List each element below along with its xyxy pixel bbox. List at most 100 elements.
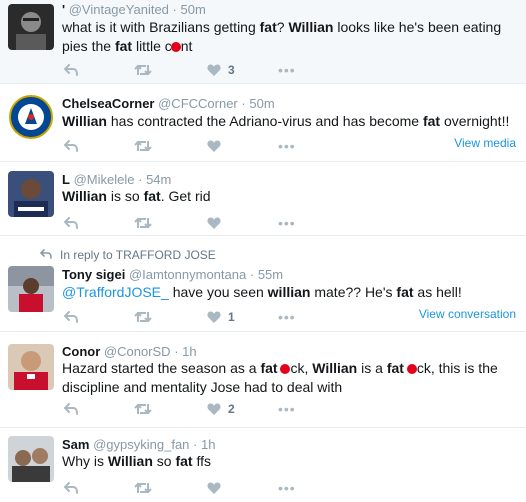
view-conversation-link[interactable]: View conversation (419, 307, 516, 321)
highlighted-term: Willian (62, 113, 107, 129)
retweet-icon (134, 64, 152, 76)
separator-dot: · (138, 172, 143, 187)
reply-icon (64, 403, 78, 415)
tweet-text-segment: has contracted the Adriano-virus and has… (107, 113, 423, 129)
user-handle[interactable]: @VintageYanited (69, 2, 169, 17)
tweet-text-segment: . Get rid (160, 188, 211, 204)
more-button[interactable]: ••• (278, 62, 296, 78)
like-button[interactable]: 3 (207, 62, 235, 78)
avatar[interactable] (8, 94, 54, 140)
more-button[interactable]: ••• (278, 480, 296, 496)
display-name[interactable]: Conor (62, 344, 100, 359)
retweet-icon (134, 403, 152, 415)
like-icon (207, 403, 221, 415)
display-name[interactable]: ChelseaCorner (62, 96, 154, 111)
tweet-text: what is it with Brazilians getting fat? … (62, 18, 518, 56)
like-button[interactable] (207, 480, 221, 496)
tweet[interactable]: L @Mikelele · 54m Willian is so fat. Get… (0, 162, 526, 236)
separator-dot: · (174, 344, 179, 359)
display-name[interactable]: Tony sigei (62, 267, 125, 282)
timestamp[interactable]: 50m (249, 96, 274, 111)
mention-link[interactable]: @TraffordJOSE_ (62, 284, 169, 300)
retweet-button[interactable] (134, 215, 152, 231)
retweet-icon (134, 311, 152, 323)
tweet-text-segment: overnight!! (440, 113, 510, 129)
like-button[interactable] (207, 138, 221, 154)
more-button[interactable]: ••• (278, 215, 296, 231)
highlighted-term: fat (396, 284, 414, 300)
tweet[interactable]: In reply to TRAFFORD JOSE Tony sigei @Ia… (0, 236, 526, 332)
highlighted-term: fat (175, 453, 193, 469)
user-handle[interactable]: @Mikelele (74, 172, 135, 187)
more-button[interactable]: ••• (278, 401, 296, 417)
like-icon (207, 64, 221, 76)
like-icon (207, 217, 221, 229)
tweet[interactable]: ChelseaCorner @CFCCorner · 50m Willian h… (0, 84, 526, 162)
like-button[interactable] (207, 215, 221, 231)
more-icon: ••• (278, 62, 296, 78)
reply-icon (64, 64, 78, 76)
tweet[interactable]: ' @VintageYanited · 50m what is it with … (0, 0, 526, 84)
highlighted-term: fat (143, 188, 161, 204)
redaction-mark (170, 42, 181, 52)
timestamp[interactable]: 1h (201, 437, 215, 452)
tweet-text-segment: little c (132, 38, 172, 54)
retweet-button[interactable] (134, 309, 152, 325)
reply-button[interactable] (64, 480, 78, 496)
display-name[interactable]: ' (62, 2, 65, 17)
more-button[interactable]: ••• (278, 309, 296, 325)
user-handle[interactable]: @Iamtonnymontana (129, 267, 246, 282)
tweet-text-segment: what is it with Brazilians getting (62, 19, 260, 35)
separator-dot: · (193, 437, 198, 452)
retweet-icon (134, 140, 152, 152)
reply-button[interactable] (64, 138, 78, 154)
retweet-button[interactable] (134, 62, 152, 78)
retweet-icon (134, 482, 152, 494)
avatar[interactable] (8, 344, 54, 390)
like-count: 3 (228, 63, 235, 77)
timestamp[interactable]: 55m (258, 267, 283, 282)
tweet-text-segment: mate?? He's (310, 284, 397, 300)
more-icon: ••• (278, 138, 296, 154)
timestamp[interactable]: 1h (182, 344, 196, 359)
user-handle[interactable]: @ConorSD (104, 344, 171, 359)
user-handle[interactable]: @gypsyking_fan (93, 437, 189, 452)
retweet-icon (134, 217, 152, 229)
avatar[interactable] (8, 266, 54, 312)
timestamp[interactable]: 54m (146, 172, 171, 187)
tweet-text-segment: ffs (192, 453, 212, 469)
timestamp[interactable]: 50m (181, 2, 206, 17)
like-count: 1 (228, 310, 235, 324)
tweet-text: Willian has contracted the Adriano-virus… (62, 112, 518, 131)
retweet-button[interactable] (134, 401, 152, 417)
display-name[interactable]: Sam (62, 437, 89, 452)
reply-button[interactable] (64, 401, 78, 417)
tweet-timeline: ' @VintageYanited · 50m what is it with … (0, 0, 526, 502)
tweet[interactable]: Conor @ConorSD · 1h Hazard started the s… (0, 332, 526, 428)
reply-button[interactable] (64, 215, 78, 231)
like-button[interactable]: 2 (207, 401, 235, 417)
highlighted-term: Willian (288, 19, 334, 35)
retweet-button[interactable] (134, 480, 152, 496)
display-name[interactable]: L (62, 172, 70, 187)
more-icon: ••• (278, 401, 296, 417)
retweet-button[interactable] (134, 138, 152, 154)
highlighted-term: fat (422, 113, 441, 129)
avatar[interactable] (8, 4, 54, 50)
tweet-text-segment: as hell! (413, 284, 462, 300)
tweet[interactable]: Sam @gypsyking_fan · 1h Why is Willian s… (0, 428, 526, 502)
highlighted-term: Willian (62, 188, 107, 204)
more-button[interactable]: ••• (278, 138, 296, 154)
in-reply-to[interactable]: In reply to TRAFFORD JOSE (39, 248, 216, 262)
redaction-mark (280, 364, 291, 374)
reply-button[interactable] (64, 62, 78, 78)
highlighted-term: willian (267, 284, 311, 300)
avatar[interactable] (8, 171, 54, 217)
reply-button[interactable] (64, 309, 78, 325)
like-button[interactable]: 1 (207, 309, 235, 325)
avatar[interactable] (8, 436, 54, 482)
user-handle[interactable]: @CFCCorner (158, 96, 238, 111)
view-media-link[interactable]: View media (454, 136, 516, 150)
tweet-text-segment: is a (357, 360, 387, 376)
highlighted-term: Willian (312, 360, 358, 376)
